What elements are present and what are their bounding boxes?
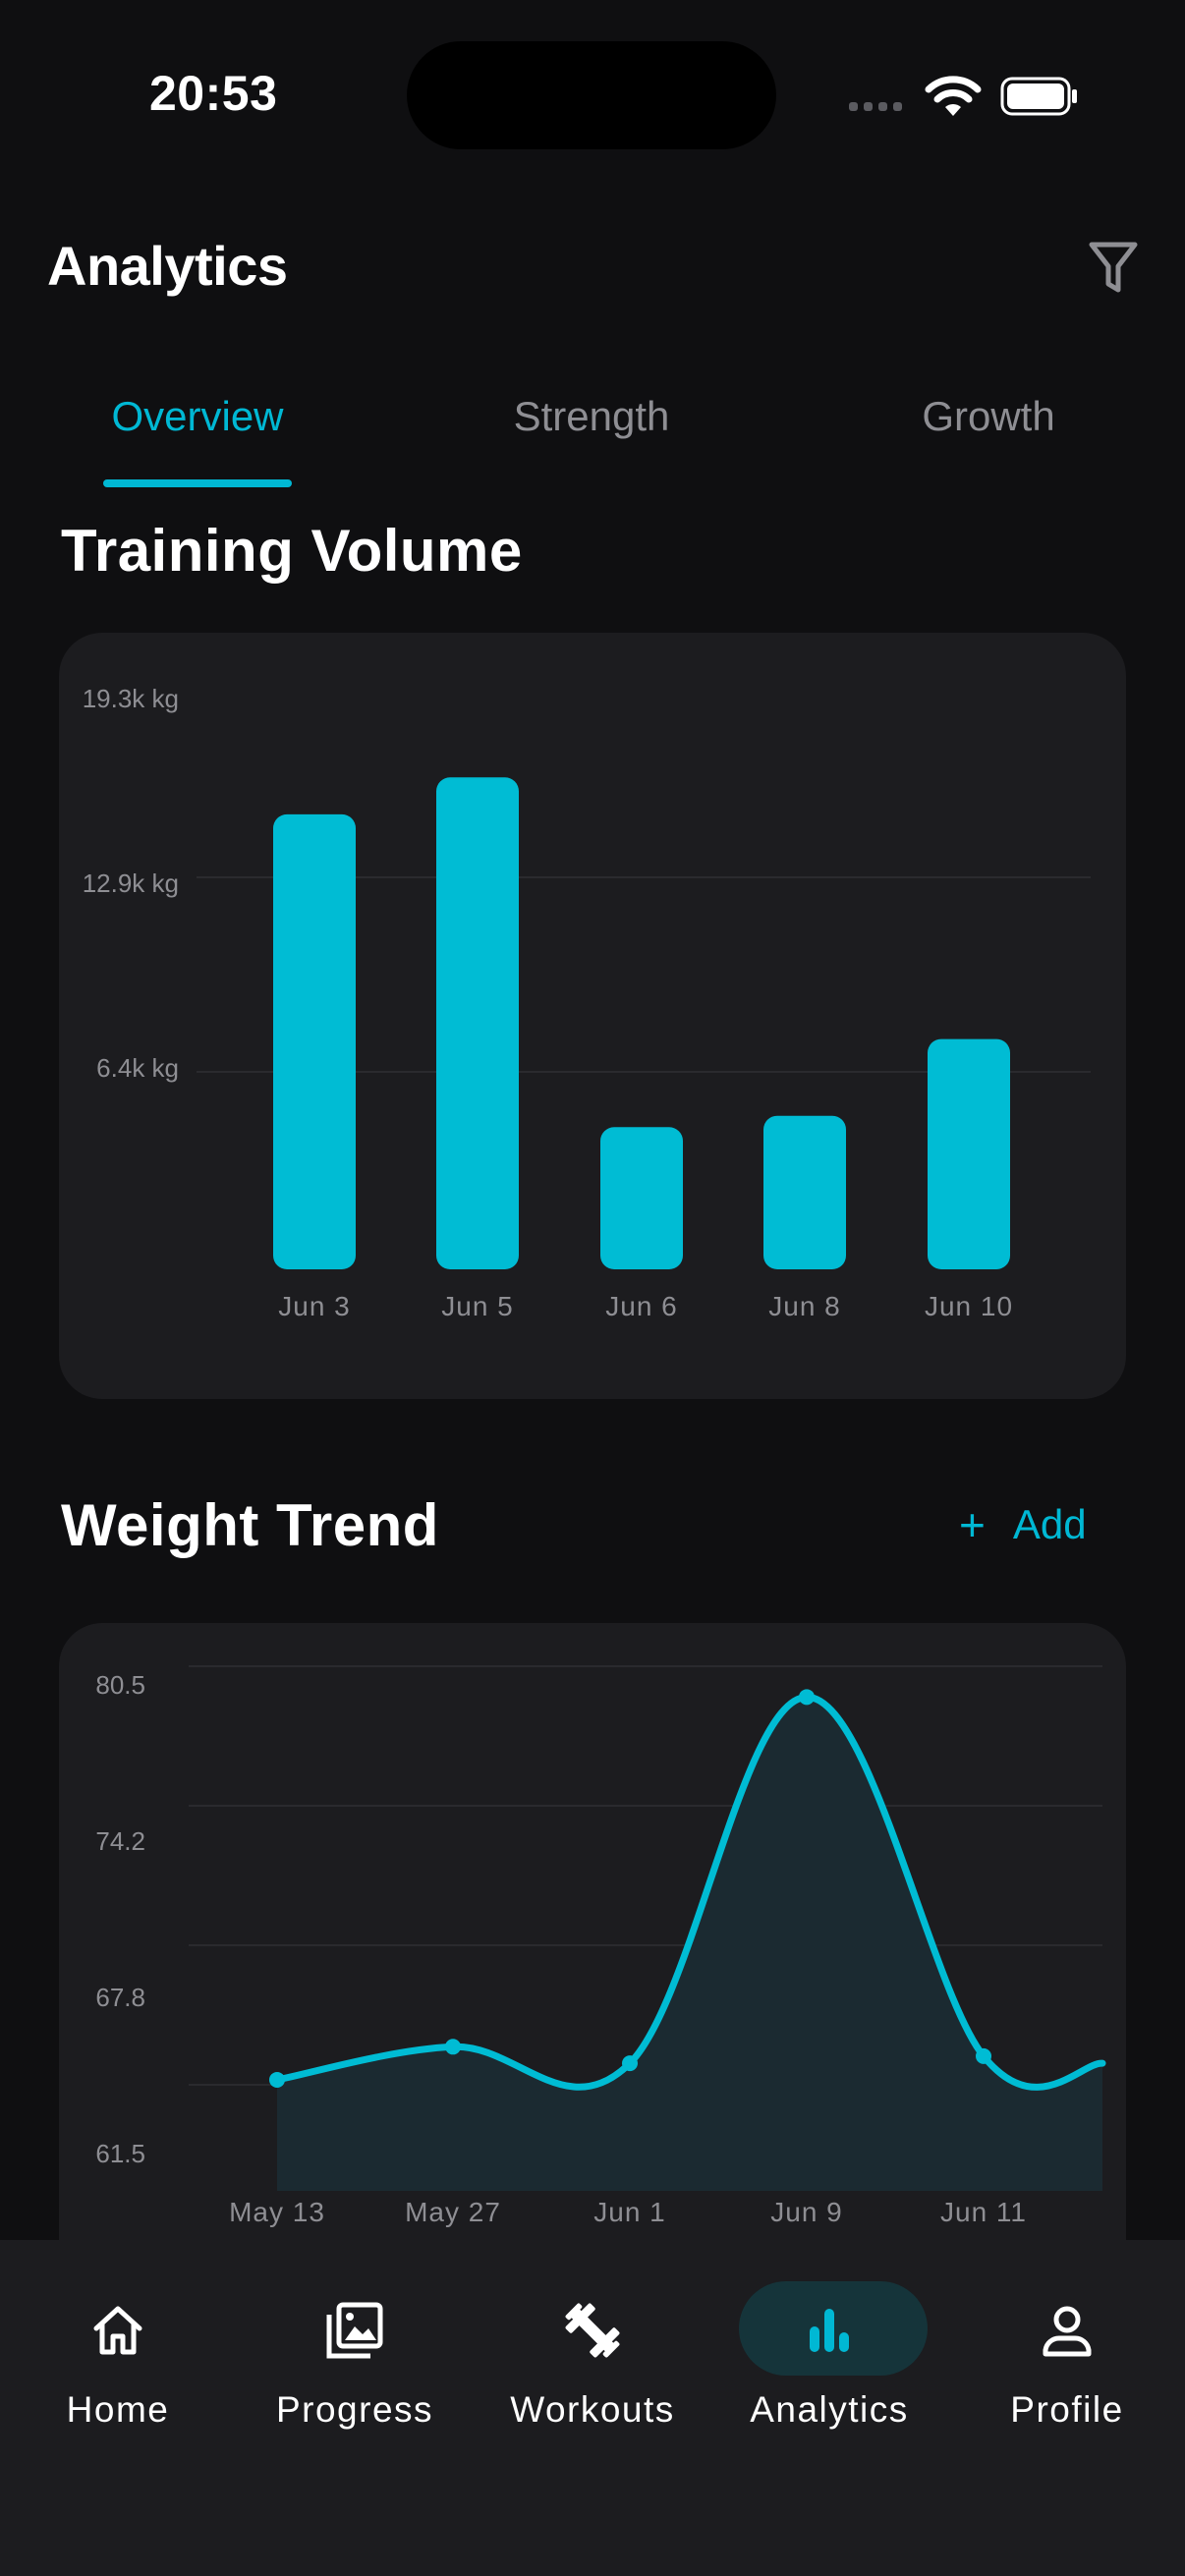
nav-label: Workouts (510, 2389, 675, 2430)
nav-label: Analytics (750, 2389, 909, 2430)
weight-point[interactable] (445, 2039, 461, 2055)
x-tick-label: May 27 (405, 2197, 501, 2227)
training-volume-chart (197, 777, 1091, 1269)
plus-icon: + (959, 1499, 986, 1550)
tab-overview[interactable]: Overview (50, 393, 345, 440)
nav-progress[interactable]: Progress (237, 2240, 473, 2456)
training-volume-card: 19.3k kg 12.9k kg 6.4k kg Jun 3 Jun 5 Ju… (59, 633, 1126, 1399)
header: Analytics (0, 226, 1185, 314)
training-volume-title: Training Volume (61, 518, 523, 584)
tab-bar: Overview Strength Growth (0, 373, 1185, 491)
add-label: Add (1012, 1501, 1087, 1547)
x-tick-label: Jun 1 (593, 2197, 666, 2227)
x-tick-label: Jun 8 (768, 1291, 841, 1321)
volume-bar[interactable] (600, 1127, 683, 1269)
volume-bar[interactable] (273, 813, 356, 1269)
nav-workouts[interactable]: Workouts (475, 2240, 710, 2456)
cellular-signal-icon (849, 102, 902, 111)
nav-home[interactable]: Home (0, 2240, 236, 2456)
filter-button[interactable] (1081, 236, 1146, 301)
nav-label: Profile (1010, 2389, 1124, 2430)
status-bar: 20:53 (0, 0, 1185, 187)
x-tick-label: Jun 10 (924, 1291, 1014, 1321)
user-icon (1018, 2281, 1116, 2380)
weight-trend-card: 80.5 74.2 67.8 61.5 May 13 May 27 Jun 1 … (59, 1623, 1126, 2311)
nav-label: Progress (275, 2389, 434, 2430)
tab-strength[interactable]: Strength (444, 393, 739, 440)
x-tick-label: May 13 (229, 2197, 325, 2227)
battery-icon (1000, 77, 1077, 116)
weight-trend-title: Weight Trend (61, 1492, 439, 1558)
nav-label: Home (66, 2389, 170, 2430)
weight-point[interactable] (622, 2055, 638, 2072)
tab-indicator (103, 479, 292, 487)
dumbbell-icon (543, 2281, 642, 2380)
x-tick-label: Jun 9 (770, 2197, 843, 2227)
status-time: 20:53 (149, 66, 278, 121)
volume-bar[interactable] (763, 1115, 846, 1269)
home-icon (69, 2281, 167, 2380)
x-tick-label: Jun 3 (278, 1291, 351, 1321)
page-title: Analytics (47, 235, 288, 297)
weight-point[interactable] (976, 2047, 991, 2064)
wifi-icon (925, 76, 982, 116)
tab-growth[interactable]: Growth (841, 393, 1136, 440)
x-tick-label: Jun 6 (605, 1291, 678, 1321)
nav-profile[interactable]: Profile (949, 2240, 1185, 2456)
volume-bar[interactable] (436, 777, 519, 1269)
add-weight-button[interactable]: + Add (959, 1501, 1087, 1548)
gallery-icon (306, 2281, 404, 2380)
x-tick-label: Jun 5 (441, 1291, 514, 1321)
bottom-navigation: Home Progress Workouts Analytics Profile (0, 2240, 1185, 2576)
weight-point[interactable] (799, 1689, 815, 1706)
nav-analytics[interactable]: Analytics (711, 2240, 947, 2456)
bar-chart-icon (780, 2281, 878, 2380)
weight-point[interactable] (269, 2071, 285, 2088)
x-tick-label: Jun 11 (940, 2197, 1027, 2227)
dynamic-island (407, 41, 776, 149)
volume-bar[interactable] (928, 1038, 1010, 1269)
filter-icon (1089, 242, 1138, 293)
